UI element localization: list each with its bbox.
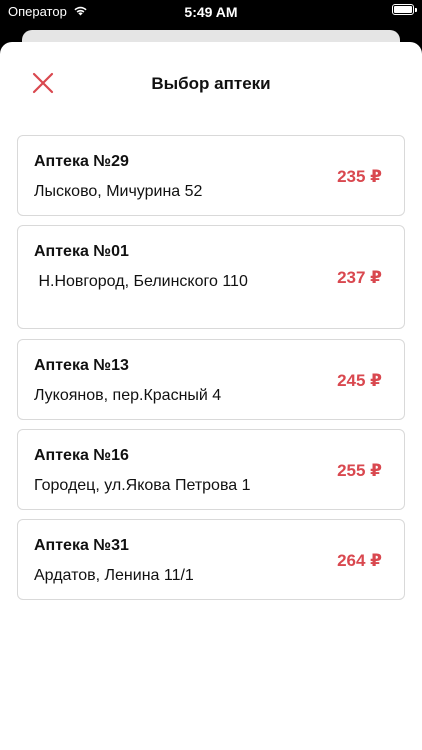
pharmacy-name: Аптека №16 [34,447,129,464]
pharmacy-card-31[interactable]: Аптека №31 Ардатов, Ленина 11/1 264 ₽ [17,519,405,600]
pharmacy-price: 237 ₽ [337,268,382,287]
pharmacy-card-13[interactable]: Аптека №13 Лукоянов, пер.Красный 4 245 ₽ [17,339,405,420]
pharmacy-name: Аптека №13 [34,357,129,374]
screen: Оператор 5:49 AM Выбор аптеки Аптека №29… [0,0,422,750]
pharmacy-card-16[interactable]: Аптека №16 Городец, ул.Якова Петрова 1 2… [17,429,405,510]
sheet-title: Выбор аптеки [151,74,271,93]
pharmacy-name: Аптека №31 [34,537,129,554]
pharmacy-name: Аптека №01 [34,243,129,260]
sheet-header: Выбор аптеки [0,42,422,126]
pharmacy-card-29[interactable]: Аптека №29 Лысково, Мичурина 52 235 ₽ [17,135,405,216]
pharmacy-address: Н.Новгород, Белинского 110 [34,273,248,290]
battery-icon [392,4,417,15]
pharmacy-address: Ардатов, Ленина 11/1 [34,567,194,584]
pharmacy-address: Городец, ул.Якова Петрова 1 [34,477,251,494]
pharmacy-name: Аптека №29 [34,153,129,170]
pharmacy-sheet: Выбор аптеки Аптека №29 Лысково, Мичурин… [0,42,422,750]
pharmacy-address: Лукоянов, пер.Красный 4 [34,387,222,404]
pharmacy-address: Лысково, Мичурина 52 [34,183,203,200]
pharmacy-price: 235 ₽ [337,167,382,186]
pharmacy-price: 264 ₽ [337,551,382,570]
status-time: 5:49 AM [184,4,238,20]
pharmacy-card-01[interactable]: Аптека №01 Н.Новгород, Белинского 110 23… [17,225,405,329]
pharmacy-price: 245 ₽ [337,371,382,390]
status-bar: Оператор 5:49 AM [0,0,422,24]
pharmacy-price: 255 ₽ [337,461,382,480]
